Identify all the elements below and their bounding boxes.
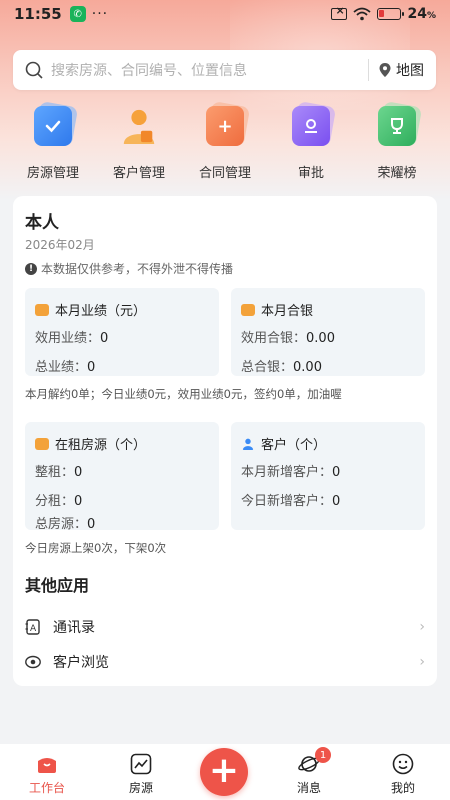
location-pin-icon: [379, 63, 391, 77]
app-customer-management[interactable]: 客户管理: [98, 104, 180, 184]
status-indicators: 24%: [331, 4, 436, 22]
list-item-label: 客户浏览: [53, 655, 109, 671]
approval-icon: [289, 101, 337, 148]
status-bar: 11:55 ✆ ··· 24%: [0, 0, 450, 28]
shared-rental: 分租：0: [35, 494, 83, 509]
month-new-customers: 本月新增客户：0: [241, 465, 341, 480]
nav-label: 工作台: [28, 781, 65, 795]
notice-text: 本数据仅供参考，不得外泄不得传播: [41, 262, 234, 276]
map-label: 地图: [396, 63, 424, 79]
nav-label: 我的: [390, 781, 415, 795]
search-bar[interactable]: 搜索房源、合同编号、位置信息 地图: [13, 50, 436, 90]
notice: ! 本数据仅供参考，不得外泄不得传播: [25, 260, 233, 277]
app-label: 审批: [297, 166, 324, 181]
plus-icon: +: [208, 749, 240, 791]
app-contract-management[interactable]: + 合同管理: [184, 101, 266, 184]
wifi-icon: [353, 7, 372, 21]
trophy-icon: [375, 101, 423, 148]
chevron-right-icon: ›: [419, 654, 425, 670]
folder-icon: [241, 303, 255, 316]
effective-contract-amount: 效用合银：0.00: [241, 331, 335, 346]
list-item-label: 通讯录: [53, 620, 95, 636]
workbench-icon: [38, 758, 56, 773]
nav-listings[interactable]: 房源: [101, 753, 181, 796]
search-icon: [25, 61, 43, 79]
map-button[interactable]: 地图: [379, 60, 424, 80]
wallet-icon: [35, 437, 49, 450]
nav-label: 房源: [128, 781, 153, 795]
list-item-customer-browse[interactable]: 客户浏览 ›: [25, 647, 425, 677]
effective-performance: 效用业绩：0: [35, 331, 109, 346]
whole-rental: 整租：0: [35, 465, 83, 480]
performance-box[interactable]: 本月业绩（元） 效用业绩：0 总业绩：0: [25, 288, 219, 376]
today-new-customers: 今日新增客户：0: [241, 494, 341, 509]
no-sim-icon: [331, 4, 348, 20]
app-label: 客户管理: [112, 166, 165, 181]
contract-amount-title: 本月合银: [241, 300, 415, 319]
contacts-icon: A: [25, 619, 40, 635]
message-badge: 1: [315, 747, 331, 763]
status-time: 11:55: [14, 5, 62, 23]
quick-apps: 房源管理 客户管理 + 合同管理 审批 荣耀榜: [0, 101, 450, 184]
rentals-title: 在租房源（个）: [35, 434, 209, 453]
battery-percent: 24%: [407, 6, 436, 22]
app-label: 荣耀榜: [377, 166, 417, 181]
battery-icon: [377, 8, 405, 20]
dashboard-card: 本人 2026年02月 ! 本数据仅供参考，不得外泄不得传播 本月业绩（元） 效…: [13, 196, 437, 686]
chart-icon: [130, 753, 152, 775]
list-item-contacts[interactable]: A 通讯录 ›: [25, 612, 425, 642]
warning-icon: !: [25, 262, 37, 275]
nav-messages[interactable]: 1 消息: [269, 747, 349, 796]
customer-icon: [117, 104, 161, 148]
nav-me[interactable]: 我的: [363, 753, 443, 796]
app-honor-board[interactable]: 荣耀榜: [356, 101, 438, 184]
smile-icon: [392, 753, 414, 775]
app-label: 房源管理: [26, 166, 79, 181]
total-houses: 总房源：0: [35, 517, 96, 532]
performance-title: 本月业绩（元）: [35, 300, 209, 319]
rentals-box[interactable]: 在租房源（个） 整租：0 分租：0 总房源：0: [25, 422, 219, 532]
app-house-management[interactable]: 房源管理: [12, 101, 94, 184]
nav-label: 消息: [296, 781, 321, 795]
search-divider: [368, 59, 369, 81]
person-icon: [242, 438, 254, 450]
wallet-icon: [35, 303, 49, 316]
house-check-icon: [31, 101, 79, 148]
chevron-right-icon: ›: [419, 619, 425, 635]
performance-summary: 本月解约0单；今日业绩0元，效用业绩0元，签约0单，加油喔: [25, 387, 342, 401]
add-button[interactable]: +: [200, 748, 248, 796]
other-apps-title: 其他应用: [25, 576, 90, 595]
customers-box[interactable]: 客户（个） 本月新增客户：0 今日新增客户：0: [231, 422, 425, 530]
svg-text:A: A: [30, 624, 37, 634]
contract-amount-box[interactable]: 本月合银 效用合银：0.00 总合银：0.00: [231, 288, 425, 376]
search-input[interactable]: 搜索房源、合同编号、位置信息: [51, 60, 358, 80]
card-date: 2026年02月: [25, 238, 95, 252]
app-label: 合同管理: [198, 166, 251, 181]
nav-workbench[interactable]: 工作台: [7, 753, 87, 796]
customers-title: 客户（个）: [241, 434, 415, 453]
total-performance: 总业绩：0: [35, 360, 96, 375]
app-approval[interactable]: 审批: [270, 101, 352, 184]
card-title: 本人: [25, 213, 59, 233]
listing-summary: 今日房源上架0次，下架0次: [25, 541, 167, 555]
more-notifications-icon: ···: [91, 6, 109, 22]
total-contract-amount: 总合银：0.00: [241, 360, 322, 375]
eye-icon: [25, 655, 41, 669]
notification-app-icon: ✆: [69, 6, 86, 22]
contract-add-icon: +: [203, 101, 251, 148]
